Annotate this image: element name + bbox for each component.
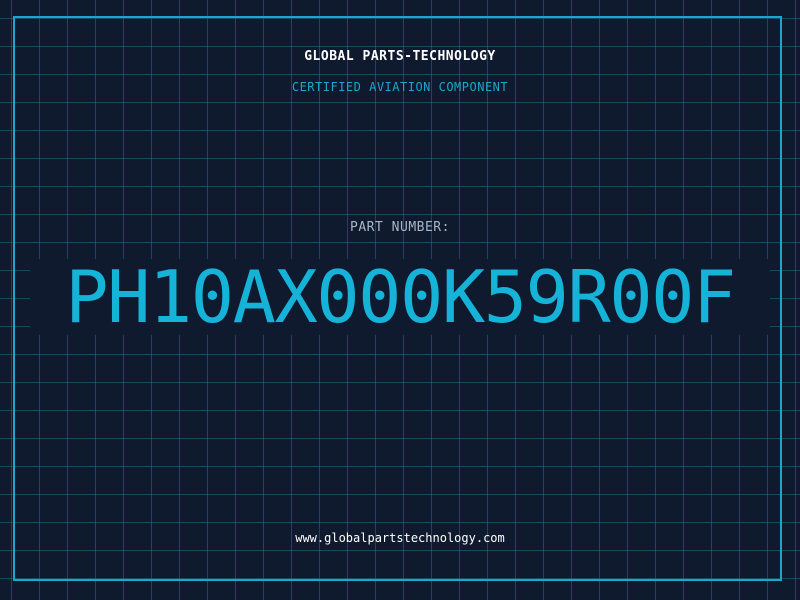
part-number-label: PART NUMBER:	[350, 220, 450, 235]
certification-subtitle: CERTIFIED AVIATION COMPONENT	[291, 80, 509, 94]
website-url: www.globalpartstechnology.com	[295, 531, 505, 545]
part-number-value: PH10AX000K59R00F	[65, 255, 736, 339]
company-name: GLOBAL PARTS-TECHNOLOGY	[304, 49, 496, 64]
